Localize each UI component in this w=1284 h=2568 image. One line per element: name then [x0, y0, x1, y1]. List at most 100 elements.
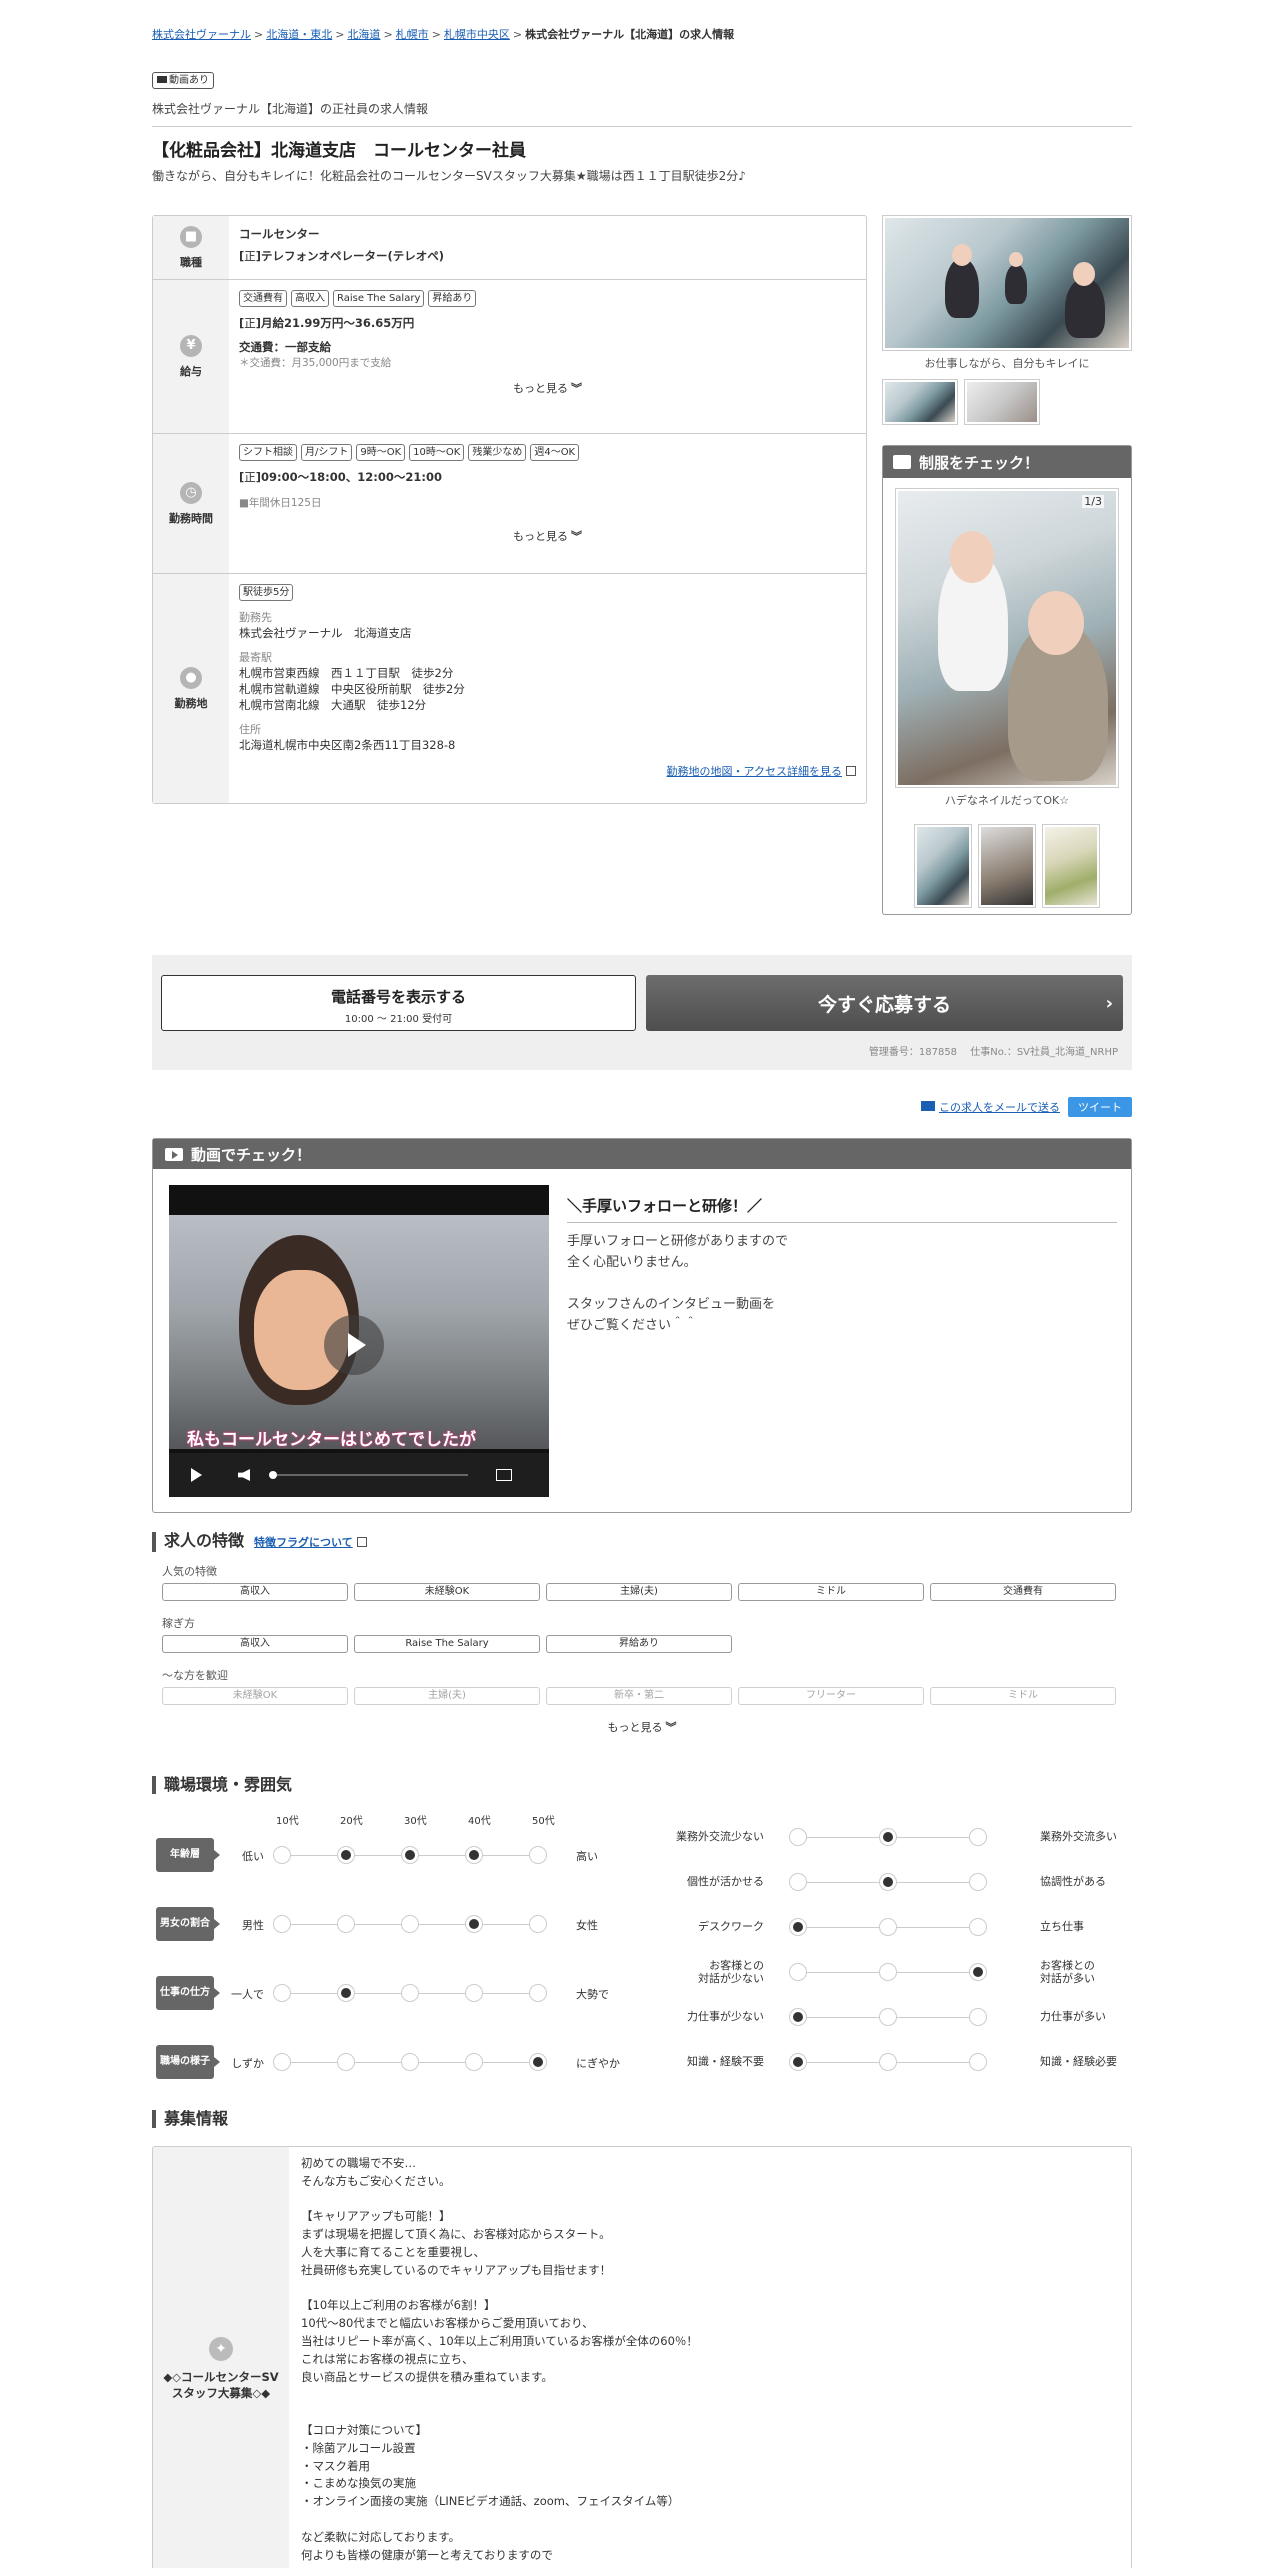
scale-dot	[337, 1984, 355, 2002]
scale-dot	[879, 1963, 897, 1981]
recruit-side-title: ◆◇コールセンターSVスタッフ大募集◇◆	[163, 2370, 279, 2400]
uniform-thumbnails	[883, 824, 1131, 908]
play-icon	[165, 1147, 183, 1161]
feature-flags-link[interactable]: 特徴フラグについて	[254, 1536, 353, 1549]
main-photo[interactable]	[882, 215, 1132, 351]
feature-item[interactable]: ミドル	[738, 1583, 924, 1601]
salary-more-button[interactable]: もっと見る ︾	[239, 380, 856, 396]
apply-now-button[interactable]: 今すぐ応募する ›	[646, 975, 1123, 1031]
divider	[152, 126, 1132, 127]
photo-caption: お仕事しながら、自分もキレイに	[924, 357, 1090, 370]
scale-dot	[789, 2008, 807, 2026]
feature-item[interactable]: 未経験OK	[354, 1583, 540, 1601]
scale-dot	[273, 1846, 291, 1864]
feature-item[interactable]: フリーター	[738, 1687, 924, 1705]
volume-icon[interactable]	[238, 1469, 250, 1481]
play-overlay-icon[interactable]	[324, 1315, 384, 1375]
clock-icon: ◷	[180, 481, 202, 504]
tag: シフト相談	[239, 444, 297, 461]
tag: Raise The Salary	[333, 290, 425, 307]
tag: 10時～OK	[409, 444, 465, 461]
feature-item[interactable]: 主婦(夫)	[354, 1687, 540, 1705]
job-info-table: ■ 職種 コールセンター [正]テレフォンオペレーター(テレオペ) ¥ 給与 交通費…	[152, 215, 867, 804]
uniform-thumbnail[interactable]	[1042, 824, 1100, 908]
feature-item[interactable]: Raise The Salary	[354, 1635, 540, 1653]
scale-dot	[879, 2008, 897, 2026]
feature-item[interactable]: 新卒・第二	[546, 1687, 732, 1705]
uniform-thumbnail[interactable]	[914, 824, 972, 908]
photo-thumbnail[interactable]	[882, 379, 958, 425]
tag: 交通費有	[239, 290, 287, 307]
environment-row: 職場の様子 しずか にぎやか	[152, 2045, 622, 2085]
fullscreen-icon[interactable]	[496, 1469, 512, 1481]
scale-dot	[401, 1846, 419, 1864]
scale-dot	[337, 2053, 355, 2071]
chevron-right-icon: ›	[1105, 992, 1113, 1014]
video-player[interactable]: 私もコールセンターはじめてでしたが	[169, 1185, 549, 1497]
uniform-title: 制服をチェック！	[919, 453, 1040, 472]
environment-row: お客様との 対話が少ない お客様との 対話が多い	[652, 1957, 1132, 1997]
feature-item[interactable]: 高収入	[162, 1583, 348, 1601]
video-progress-bar[interactable]	[269, 1471, 468, 1479]
uniform-photo[interactable]: 1/3	[895, 488, 1119, 788]
scale-dot	[969, 1828, 987, 1846]
management-number: 管理番号：187858 仕事No.：SV社員_北海道_NRHP	[868, 1047, 1118, 1058]
breadcrumb-company[interactable]: 株式会社ヴァーナル	[152, 28, 251, 41]
breadcrumb-region[interactable]: 北海道・東北	[266, 28, 332, 41]
phone-hours: 10:00 ～ 21:00 受付可	[344, 1014, 453, 1025]
scale-low-label: お客様との 対話が少ない	[698, 1959, 764, 1985]
scale-dot	[969, 1918, 987, 1936]
breadcrumb-prefecture[interactable]: 北海道	[347, 28, 380, 41]
transport-note: ＊交通費：月35,000円まで支給	[239, 357, 392, 369]
share-bar: この求人をメールで送る ツイート	[921, 1097, 1132, 1117]
play-icon[interactable]	[191, 1468, 202, 1482]
tweet-button[interactable]: ツイート	[1068, 1097, 1132, 1117]
movie-badge-label: 動画あり	[169, 75, 209, 86]
hours-more-button[interactable]: もっと見る ︾	[239, 528, 856, 544]
feature-item[interactable]: 未経験OK	[162, 1687, 348, 1705]
feature-group-title: 稼ぎ方	[162, 1617, 195, 1630]
scale-dot	[529, 1846, 547, 1864]
breadcrumb-city[interactable]: 札幌市	[396, 28, 429, 41]
show-phone-button[interactable]: 電話番号を表示する 10:00 ～ 21:00 受付可	[161, 975, 636, 1031]
video-header-title: 動画でチェック！	[191, 1145, 312, 1164]
scale-low-label: 業務外交流少ない	[676, 1830, 764, 1843]
feature-item[interactable]: ミドル	[930, 1687, 1116, 1705]
feature-item[interactable]: 主婦(夫)	[546, 1583, 732, 1601]
photo-thumbnail[interactable]	[964, 379, 1040, 425]
breadcrumb-ward[interactable]: 札幌市中央区	[444, 28, 510, 41]
environment-category: 仕事の仕方	[156, 1976, 220, 2010]
feature-group-title: ～な方を歓迎	[162, 1669, 228, 1682]
uniform-thumbnail[interactable]	[978, 824, 1036, 908]
video-icon	[157, 76, 167, 83]
occupation-detail: テレフォンオペレーター(テレオペ)	[261, 249, 445, 263]
photo-counter: 1/3	[1082, 495, 1104, 508]
age-label: 50代	[532, 1816, 555, 1827]
features-more-button[interactable]: もっと見る ︾	[152, 1719, 1132, 1735]
map-access-link[interactable]: 勤務地の地図・アクセス詳細を見る	[667, 765, 842, 778]
progress-handle[interactable]	[269, 1471, 277, 1479]
uniform-panel: 制服をチェック！ 1/3 ハデなネイルだってOK☆	[882, 445, 1132, 915]
mail-icon	[921, 1101, 935, 1111]
feature-item[interactable]: 昇給あり	[546, 1635, 732, 1653]
external-link-icon	[846, 766, 856, 776]
scale-dot	[879, 2053, 897, 2071]
uniform-caption: ハデなネイルだってOK☆	[944, 794, 1070, 807]
address-label: 住所	[239, 723, 261, 736]
feature-item[interactable]: 交通費有	[930, 1583, 1116, 1601]
scale-high-label: 大勢で	[576, 1988, 609, 2001]
scale-high-label: 高い	[576, 1850, 598, 1863]
features-heading: 求人の特徴 特徴フラグについて	[152, 1532, 367, 1552]
breadcrumb-current: 株式会社ヴァーナル【北海道】の求人情報	[525, 28, 735, 41]
video-header: 動画でチェック！	[153, 1139, 1131, 1169]
apply-area: 電話番号を表示する 10:00 ～ 21:00 受付可 今すぐ応募する › 管理番…	[152, 955, 1132, 1070]
occupation-header: ■ 職種	[153, 216, 229, 279]
salary-amount: 月給21.99万円～36.65万円	[261, 316, 415, 330]
scale-low-label: 男性	[242, 1919, 264, 1932]
feature-item[interactable]: 高収入	[162, 1635, 348, 1653]
environment-row: 仕事の仕方 一人で 大勢で	[152, 1976, 622, 2016]
environment-panel: 10代 20代 30代 40代 50代 年齢層 低い 高い 男女の割合 男性 女性 仕事の仕方 一人で 大…	[152, 1800, 1132, 2100]
send-by-mail-link[interactable]: この求人をメールで送る	[939, 1101, 1060, 1114]
scale-dot	[529, 1984, 547, 2002]
scale-dot	[879, 1828, 897, 1846]
